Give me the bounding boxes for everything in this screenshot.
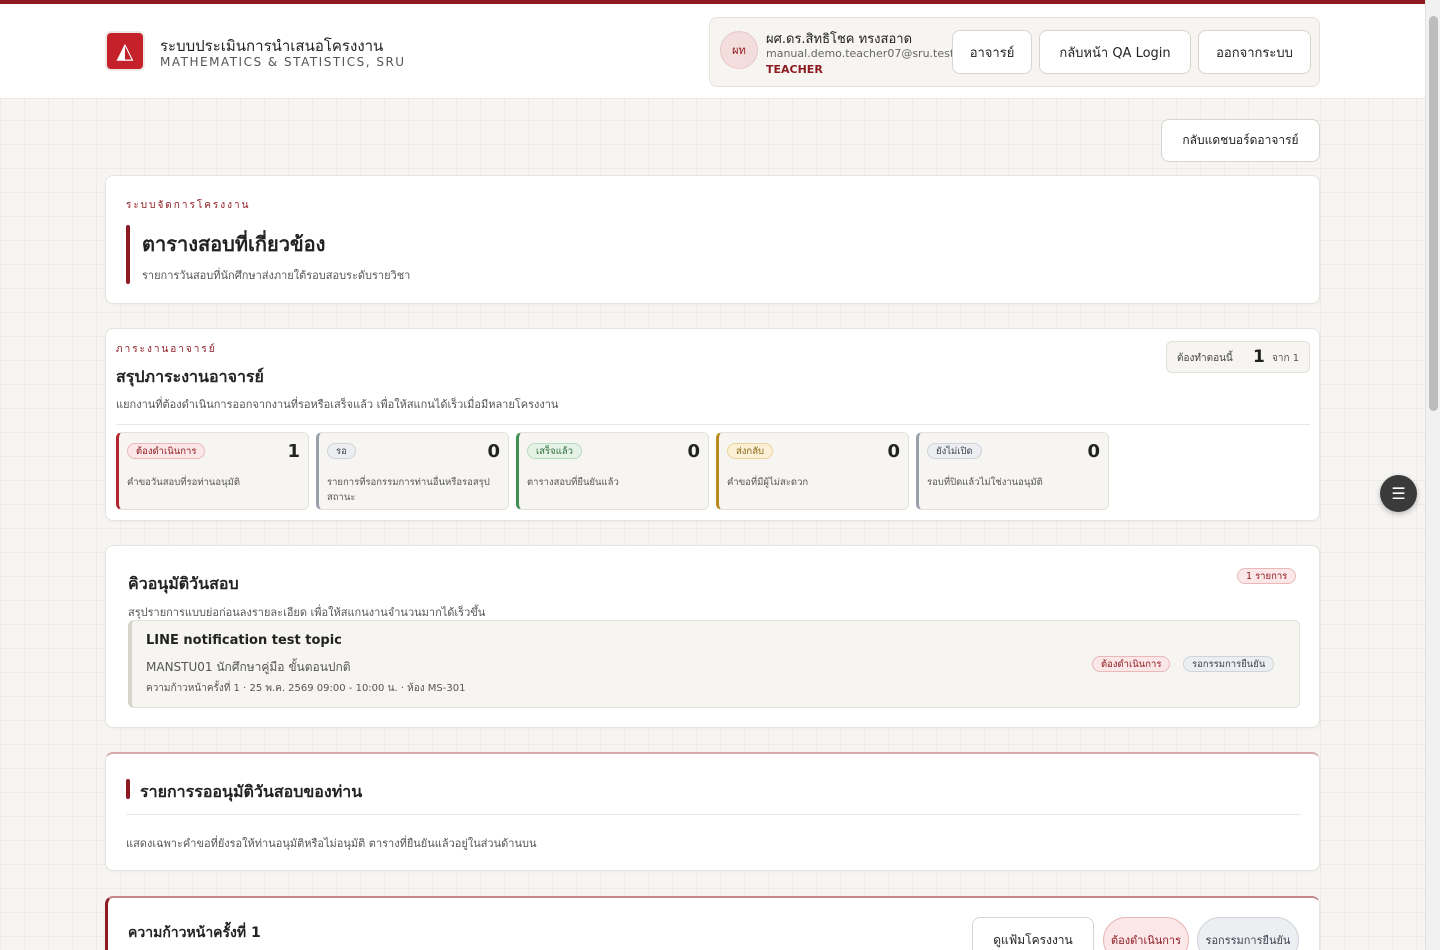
back-dashboard-button[interactable]: กลับแดชบอร์ดอาจารย์ xyxy=(1161,119,1320,162)
app-header: ◭ ระบบประเมินการนำเสนอโครงงาน MATHEMATIC… xyxy=(0,4,1425,99)
teacher-button[interactable]: อาจารย์ xyxy=(952,30,1032,74)
workload-tile-label: ต้องดำเนินการ xyxy=(127,443,206,459)
pending-title: รายการรออนุมัติวันสอบของท่าน xyxy=(140,782,363,801)
avatar: ผท xyxy=(720,31,758,69)
workload-tile-description: รายการที่รอกรรมการท่านอื่นหรือรอสรุปสถาน… xyxy=(327,477,490,503)
page-scrollbar[interactable] xyxy=(1425,0,1440,950)
progress-wait-badge: รอกรรมการยืนยัน xyxy=(1197,917,1299,950)
workload-tile[interactable]: ต้องดำเนินการ 1 คำขอวันสอบที่รอท่านอนุมัติ xyxy=(116,432,309,510)
approval-queue-card: คิวอนุมัติวันสอบ สรุปรายการแบบย่อก่อนลงร… xyxy=(105,545,1320,728)
workload-tile-count: 0 xyxy=(887,441,900,462)
workload-title: สรุปภาระงานอาจารย์ xyxy=(116,367,264,386)
progress-title: ความก้าวหน้าครั้งที่ 1 xyxy=(128,925,261,941)
user-email: manual.demo.teacher07@sru.test xyxy=(766,47,955,60)
queue-item-title: LINE notification test topic xyxy=(146,633,342,648)
queue-item-student: MANSTU01 นักศึกษาคู่มือ ขั้นตอนปกติ xyxy=(146,660,351,674)
hero-eyebrow: ระบบจัดการโครงงาน xyxy=(126,200,251,211)
pending-accent-bar xyxy=(126,779,130,799)
workload-tile-label: รอ xyxy=(327,443,356,459)
workload-tile[interactable]: ส่งกลับ 0 คำขอที่มีผู้ไม่สะดวก xyxy=(716,432,909,510)
queue-count-badge: 1 รายการ xyxy=(1237,568,1297,584)
workload-tile-count: 0 xyxy=(1087,441,1100,462)
workload-eyebrow: ภาระงานอาจารย์ xyxy=(116,344,217,355)
app-subtitle: MATHEMATICS & STATISTICS, SRU xyxy=(160,55,406,69)
workload-tile-count: 0 xyxy=(687,441,700,462)
queue-item-meta: ความก้าวหน้าครั้งที่ 1 · 25 พ.ค. 2569 09… xyxy=(146,683,466,694)
app-logo: ◭ xyxy=(105,31,145,71)
queue-title: คิวอนุมัติวันสอบ xyxy=(128,574,239,593)
workload-tile-description: คำขอที่มีผู้ไม่สะดวก xyxy=(727,477,809,488)
workload-description: แยกงานที่ต้องดำเนินการออกจากงานที่รอหรือ… xyxy=(116,398,559,411)
user-role: TEACHER xyxy=(766,63,823,76)
workload-tile-description: คำขอวันสอบที่รอท่านอนุมัติ xyxy=(127,477,241,488)
user-name: ผศ.ดร.สิทธิโชค ทรงสอาด xyxy=(766,32,913,47)
user-panel: ผท ผศ.ดร.สิทธิโชค ทรงสอาด manual.demo.te… xyxy=(709,17,1320,87)
workload-tile-description: รอบที่ปิดแล้วไม่ใช่งานอนุมัติ xyxy=(927,477,1043,488)
queue-item-wait-badge: รอกรรมการยืนยัน xyxy=(1183,656,1275,672)
workload-card: ภาระงานอาจารย์ สรุปภาระงานอาจารย์ แยกงาน… xyxy=(105,328,1320,521)
workload-tile-label: เสร็จแล้ว xyxy=(527,443,582,459)
todo-now-summary: ต้องทำตอนนี้ 1 จาก 1 xyxy=(1166,341,1310,373)
logout-button[interactable]: ออกจากระบบ xyxy=(1198,30,1311,74)
queue-description: สรุปรายการแบบย่อก่อนลงรายละเอียด เพื่อให… xyxy=(128,606,486,619)
workload-tile-count: 1 xyxy=(287,441,300,462)
scrollbar-thumb[interactable] xyxy=(1429,16,1438,411)
workload-tile[interactable]: เสร็จแล้ว 0 ตารางสอบที่ยืนยันแล้ว xyxy=(516,432,709,510)
view-portfolio-button[interactable]: ดูแฟ้มโครงงาน xyxy=(972,917,1094,950)
pending-divider xyxy=(126,814,1301,815)
pending-description: แสดงเฉพาะคำขอที่ยังรอให้ท่านอนุมัติหรือไ… xyxy=(126,837,537,850)
hero-card: ระบบจัดการโครงงาน ตารางสอบที่เกี่ยวข้อง … xyxy=(105,175,1320,304)
page-description: รายการวันสอบที่นักศึกษาส่งภายใต้รอบสอบระ… xyxy=(142,269,411,282)
todo-now-total: จาก 1 xyxy=(1272,353,1300,364)
workload-tile-count: 0 xyxy=(487,441,500,462)
pending-requests-card: รายการรออนุมัติวันสอบของท่าน แสดงเฉพาะคำ… xyxy=(105,752,1320,871)
hero-accent-bar xyxy=(126,225,130,284)
workload-tile[interactable]: รอ 0 รายการที่รอกรรมการท่านอื่นหรือรอสรุปส… xyxy=(316,432,509,510)
progress-action-badge: ต้องดำเนินการ xyxy=(1103,917,1189,950)
queue-item-action-badge: ต้องดำเนินการ xyxy=(1092,656,1171,672)
todo-now-label: ต้องทำตอนนี้ xyxy=(1177,353,1233,364)
queue-item[interactable]: LINE notification test topic MANSTU01 นั… xyxy=(128,620,1300,708)
qa-login-button[interactable]: กลับหน้า QA Login xyxy=(1039,30,1191,74)
todo-now-count: 1 xyxy=(1253,347,1265,367)
page-title: ตารางสอบที่เกี่ยวข้อง xyxy=(142,232,326,256)
workload-tile-label: ส่งกลับ xyxy=(727,443,774,459)
workload-tile[interactable]: ยังไม่เปิด 0 รอบที่ปิดแล้วไม่ใช่งานอนุมัติ xyxy=(916,432,1109,510)
workload-tile-label: ยังไม่เปิด xyxy=(927,443,982,459)
workload-divider xyxy=(116,424,1310,425)
filter-list-icon[interactable]: ☰ xyxy=(1380,475,1417,512)
workload-tile-description: ตารางสอบที่ยืนยันแล้ว xyxy=(527,477,619,488)
progress-card: ความก้าวหน้าครั้งที่ 1 ดูแฟ้มโครงงาน ต้อ… xyxy=(105,896,1320,950)
